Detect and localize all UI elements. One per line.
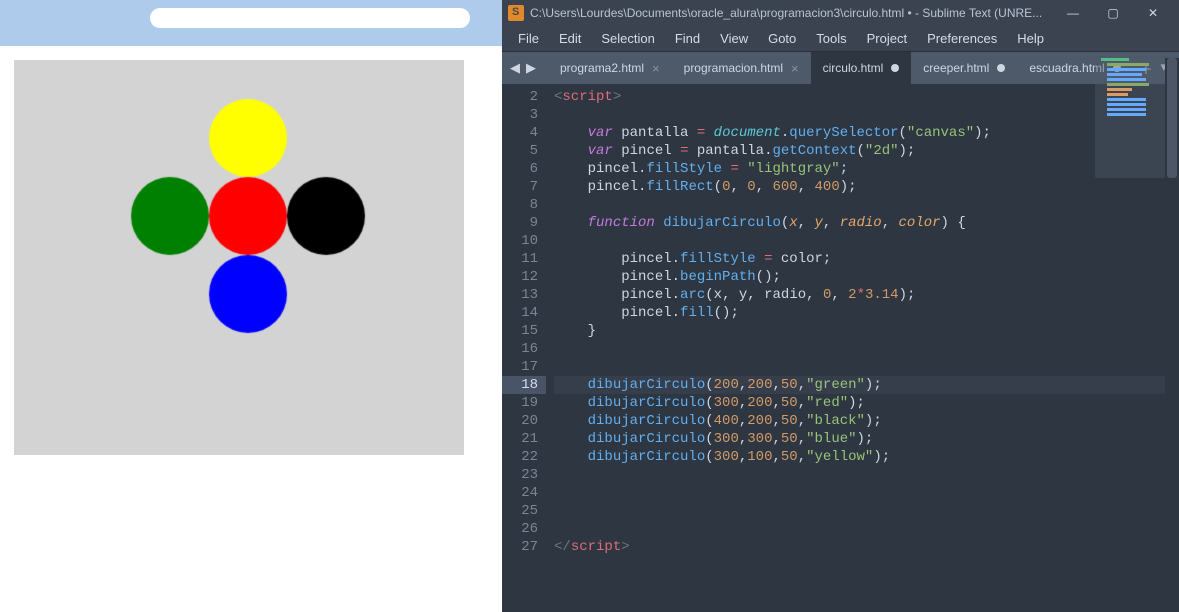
minimize-button[interactable]: —	[1053, 6, 1093, 20]
editor-area[interactable]: 2345678910111213141516171819202122232425…	[502, 84, 1179, 612]
tab-creeper-html[interactable]: creeper.html	[911, 52, 1017, 84]
code-view[interactable]: <script> var pantalla = document.querySe…	[546, 84, 1179, 612]
tab-programacion-html[interactable]: programacion.html ×	[672, 52, 811, 84]
tab-history-back-icon[interactable]: ◀	[508, 60, 522, 76]
tab-label: creeper.html	[923, 61, 989, 75]
tab-label: programa2.html	[560, 61, 644, 75]
tab-label: programacion.html	[684, 61, 783, 75]
menu-goto[interactable]: Goto	[758, 26, 806, 52]
tab-circulo-html[interactable]: circulo.html	[811, 52, 912, 84]
browser-pane	[0, 0, 502, 612]
url-bar[interactable]	[150, 8, 470, 28]
menu-view[interactable]: View	[710, 26, 758, 52]
close-tab-icon[interactable]: ×	[791, 61, 799, 76]
output-canvas	[14, 60, 464, 455]
tab-label: escuadra.html	[1029, 61, 1104, 75]
dirty-dot-icon[interactable]	[997, 64, 1005, 72]
menu-project[interactable]: Project	[857, 26, 917, 52]
gutter: 2345678910111213141516171819202122232425…	[502, 84, 546, 612]
vertical-scrollbar[interactable]	[1165, 58, 1179, 612]
close-button[interactable]: ✕	[1133, 6, 1173, 20]
menu-selection[interactable]: Selection	[591, 26, 664, 52]
menu-file[interactable]: File	[508, 26, 549, 52]
tabbar: ◀ ▶ programa2.html × programacion.html × cir…	[502, 52, 1179, 84]
browser-chrome	[0, 0, 502, 46]
tab-programa2-html[interactable]: programa2.html ×	[548, 52, 672, 84]
app-icon	[508, 5, 524, 21]
tab-history-forward-icon[interactable]: ▶	[524, 60, 538, 76]
menu-help[interactable]: Help	[1007, 26, 1054, 52]
close-tab-icon[interactable]: ×	[652, 61, 660, 76]
maximize-button[interactable]: ▢	[1093, 6, 1133, 20]
canvas-wrap	[0, 46, 502, 469]
scrollbar-thumb[interactable]	[1167, 58, 1177, 178]
tab-label: circulo.html	[823, 61, 884, 75]
titlebar[interactable]: C:\Users\Lourdes\Documents\oracle_alura\…	[502, 0, 1179, 26]
menubar: FileEditSelectionFindViewGotoToolsProjec…	[502, 26, 1179, 52]
titlebar-path: C:\Users\Lourdes\Documents\oracle_alura\…	[530, 6, 1053, 20]
menu-tools[interactable]: Tools	[806, 26, 856, 52]
editor-window: C:\Users\Lourdes\Documents\oracle_alura\…	[502, 0, 1179, 612]
menu-edit[interactable]: Edit	[549, 26, 591, 52]
menu-find[interactable]: Find	[665, 26, 710, 52]
minimap[interactable]	[1095, 58, 1165, 178]
dirty-dot-icon[interactable]	[891, 64, 899, 72]
menu-preferences[interactable]: Preferences	[917, 26, 1007, 52]
